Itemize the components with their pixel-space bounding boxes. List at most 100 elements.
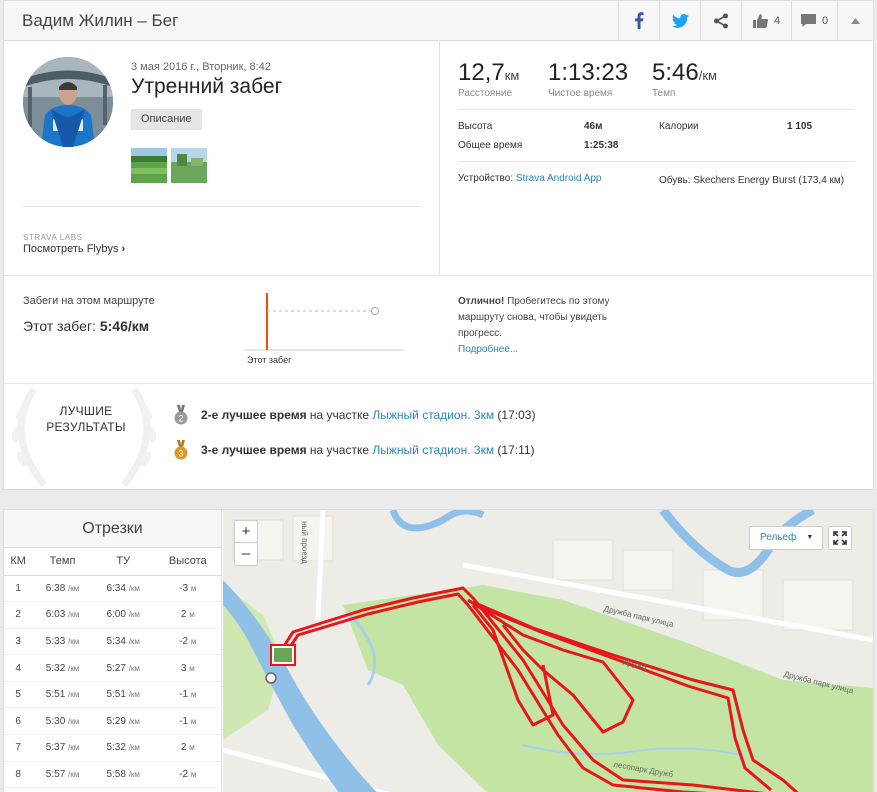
best-result-row: 3 3-е лучшее время на участке Лыжный ста… <box>174 440 535 460</box>
split-pace: 6:38 /км <box>32 575 93 603</box>
route-map[interactable]: Дружба парк улица Дружба парк улица Друж… <box>223 510 873 792</box>
more-link[interactable]: Подробнее... <box>458 344 518 355</box>
zoom-out-button[interactable]: – <box>235 543 257 565</box>
device-link[interactable]: Strava Android App <box>516 173 602 184</box>
pace-stat: 5:46/км Темп <box>652 59 717 99</box>
split-km: 6 <box>4 707 33 736</box>
page-title: Вадим Жилин – Бег <box>22 11 179 30</box>
best-result-rank: 2-е лучшее время <box>201 408 307 422</box>
split-pace: 5:37 /км <box>32 734 93 762</box>
this-run-value: 5:46/км <box>99 318 150 334</box>
splits-title: Отрезки <box>4 510 221 548</box>
silver-medal-icon: 2 <box>174 405 188 425</box>
laurel-wreath-icon <box>4 383 164 494</box>
best-results-title: ЛУЧШИЕ РЕЗУЛЬТАТЫ <box>46 404 126 434</box>
zoom-in-button[interactable]: + <box>235 521 257 543</box>
kudos-count: 4 <box>773 14 781 27</box>
split-gap: 6:34 /км <box>92 575 154 603</box>
vertical-divider <box>439 41 440 275</box>
table-row[interactable]: 2 6:03 /км 6:00 /км 2 м <box>4 601 222 629</box>
split-gap: 5:34 /км <box>92 628 154 656</box>
pace-value: 5:46 <box>652 59 699 86</box>
medal-place: 3 <box>178 449 183 459</box>
split-elevation: -1 м <box>153 707 222 736</box>
divider <box>23 206 421 207</box>
elapsed-time-label: Общее время <box>458 140 523 151</box>
kudos-button[interactable]: 4 <box>741 1 791 40</box>
divider <box>4 275 873 276</box>
strava-labs-label: STRAVA LABS <box>23 233 83 242</box>
split-elevation: -2 м <box>153 761 222 789</box>
column-pace: Темп <box>32 548 93 576</box>
column-elevation: Высота <box>153 548 222 576</box>
split-pace: 5:33 /км <box>32 628 93 656</box>
distance-unit: км <box>504 68 520 83</box>
table-row[interactable]: 4 5:32 /км 5:27 /км 3 м <box>4 654 222 682</box>
elevation-label: Высота <box>458 121 493 132</box>
chart-label: Этот забег <box>247 355 292 365</box>
route-efforts-title: Забеги на этом маршруте <box>23 295 155 307</box>
split-gap: 5:58 /км <box>92 761 154 789</box>
best-result-row: 2 2-е лучшее время на участке Лыжный ста… <box>174 405 535 425</box>
segment-link[interactable]: Лыжный стадион. 3км <box>372 443 494 457</box>
elevation-value: 46м <box>584 121 603 132</box>
map-canvas <box>223 510 873 792</box>
split-gap: 5:32 /км <box>92 734 154 762</box>
best-result-time: (17:03) <box>494 408 536 422</box>
facebook-icon <box>635 12 644 29</box>
split-km: 7 <box>4 734 33 762</box>
column-km: КМ <box>4 548 33 576</box>
chevron-up-icon <box>851 17 860 24</box>
medal-place: 2 <box>178 414 183 424</box>
collapse-button[interactable] <box>837 1 873 40</box>
pace-unit: /км <box>698 68 717 83</box>
split-pace: 5:57 /км <box>32 761 93 789</box>
split-pace: 5:30 /км <box>32 707 93 736</box>
athlete-avatar[interactable] <box>23 57 113 147</box>
athlete-photo <box>23 57 113 147</box>
street-label: ный проезд <box>299 521 309 564</box>
hint-bold: Отлично! <box>458 296 505 307</box>
map-layer-select[interactable]: Рельеф ▼ <box>749 526 824 550</box>
column-gap: ТУ <box>92 548 154 576</box>
facebook-share-button[interactable] <box>618 1 659 40</box>
activity-photo-1[interactable] <box>131 148 167 183</box>
best-result-middle: на участке <box>306 443 373 457</box>
chevron-right-icon: › <box>121 243 126 255</box>
split-km: 2 <box>4 601 33 629</box>
split-gap: 6:00 /км <box>92 601 154 629</box>
flybys-label: Посмотреть Flybys <box>23 243 119 255</box>
split-gap: 5:29 /км <box>92 707 154 736</box>
description-button[interactable]: Описание <box>131 109 202 130</box>
split-km: 8 <box>4 761 33 789</box>
flybys-link[interactable]: Посмотреть Flybys › <box>23 243 125 255</box>
activity-title: Утренний забег <box>131 75 283 98</box>
activity-date: 3 мая 2016 г., Вторник, 8:42 <box>131 61 271 73</box>
comments-button[interactable]: 0 <box>791 1 837 40</box>
split-km: 4 <box>4 654 33 682</box>
table-row[interactable]: 7 5:37 /км 5:32 /км 2 м <box>4 734 222 762</box>
twitter-share-button[interactable] <box>659 1 700 40</box>
share-button[interactable] <box>700 1 741 40</box>
activity-card: Вадим Жилин – Бег 4 0 3 мая 2016 г., Вто… <box>3 0 874 490</box>
table-row[interactable]: 3 5:33 /км 5:34 /км -2 м <box>4 628 222 656</box>
this-run-label: Этот забег: <box>23 318 96 334</box>
zoom-control: + – <box>234 520 258 566</box>
pace-label: Темп <box>652 88 676 99</box>
table-row[interactable]: 8 5:57 /км 5:58 /км -2 м <box>4 761 222 789</box>
device-label: Устройство: <box>458 173 514 184</box>
table-row[interactable]: 5 5:51 /км 5:51 /км -1 м <box>4 681 222 709</box>
calories-label: Калории <box>659 121 699 132</box>
table-row[interactable]: 1 6:38 /км 6:34 /км -3 м <box>4 575 222 603</box>
distance-label: Расстояние <box>458 88 513 99</box>
fullscreen-button[interactable] <box>828 526 852 550</box>
segment-link[interactable]: Лыжный стадион. 3км <box>372 408 494 422</box>
split-pace: 5:51 /км <box>32 681 93 709</box>
table-row[interactable]: 6 5:30 /км 5:29 /км -1 м <box>4 707 222 736</box>
divider <box>458 109 855 110</box>
elapsed-time-value: 1:25:38 <box>584 140 619 151</box>
route-efforts-hint: Отлично! Пробегитесь по этому маршруту с… <box>458 294 638 342</box>
moving-time-stat: 1:13:23 Чистое время <box>548 59 628 99</box>
comment-icon <box>800 14 816 27</box>
activity-photo-2[interactable] <box>171 148 207 183</box>
